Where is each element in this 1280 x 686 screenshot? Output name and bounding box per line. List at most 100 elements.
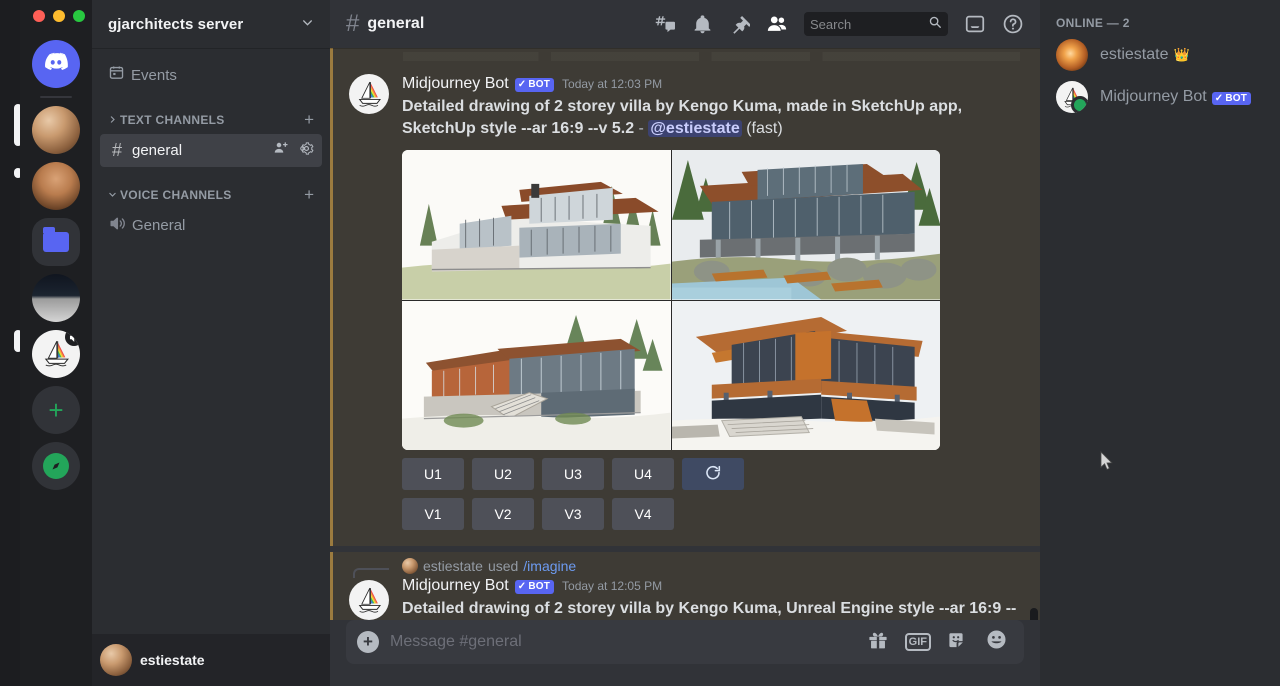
message-input[interactable]: Message #general: [390, 633, 867, 651]
server-icon-avatar-3[interactable]: [32, 274, 80, 322]
bot-tag-label: BOT: [528, 78, 551, 90]
message-timestamp: Today at 12:03 PM: [562, 76, 663, 91]
channel-name: general: [132, 142, 183, 159]
inbox-icon[interactable]: [964, 13, 986, 35]
window-controls[interactable]: [33, 10, 85, 22]
sidebar-item-events[interactable]: Events: [100, 58, 322, 92]
command-name[interactable]: /imagine: [523, 558, 576, 574]
variation-v4-button[interactable]: V4: [612, 498, 674, 530]
sidebar-item-general-voice[interactable]: General: [100, 209, 322, 242]
sticker-icon[interactable]: [947, 629, 969, 656]
user-mention[interactable]: @estiestate: [648, 120, 742, 137]
crown-icon: 👑: [1173, 47, 1190, 62]
server-icon-midjourney[interactable]: [32, 330, 80, 378]
variation-button-row: V1 V2 V3 V4: [402, 498, 1024, 530]
zoom-button[interactable]: [73, 10, 85, 22]
online-status-indicator: [1071, 96, 1088, 113]
speaker-icon: [108, 215, 126, 237]
plus-icon: +: [357, 631, 379, 653]
avatar[interactable]: [100, 644, 132, 676]
server-home-button[interactable]: [32, 40, 80, 88]
member-item-midjourney-bot[interactable]: Midjourney Bot ✓ BOT: [1048, 76, 1272, 118]
message-prompt: Detailed drawing of 2 storey villa by Ke…: [402, 600, 1017, 617]
member-item-estiestate[interactable]: estiestate 👑: [1048, 34, 1272, 76]
minimize-button[interactable]: [53, 10, 65, 22]
server-icon-avatar-1[interactable]: [32, 106, 80, 154]
image-quadrant-4[interactable]: [671, 300, 940, 450]
hash-icon: #: [111, 140, 122, 160]
plus-icon: +: [48, 395, 64, 425]
message-composer[interactable]: + Message #general GIF: [346, 620, 1024, 664]
message-item: estiestate used /imagine Midjourney Bot …: [330, 552, 1040, 620]
avatar: [1056, 39, 1088, 71]
category-label: TEXT CHANNELS: [120, 113, 225, 127]
status-badge: ✓ BOT: [1211, 91, 1252, 105]
upscale-u4-button[interactable]: U4: [612, 458, 674, 490]
verified-check-icon: ✓: [1214, 92, 1224, 104]
sidebar-item-general-text[interactable]: # general: [100, 134, 322, 167]
chevron-down-icon: [108, 190, 117, 201]
member-group-label: ONLINE — 2: [1056, 16, 1130, 30]
create-voice-channel-button[interactable]: +: [304, 185, 322, 205]
member-list: ONLINE — 2 estiestate 👑 Midjourney Bot ✓…: [1040, 0, 1280, 686]
members-icon[interactable]: [766, 13, 788, 35]
add-server-button[interactable]: +: [32, 386, 80, 434]
gift-icon[interactable]: [867, 629, 889, 656]
bot-tag-label: BOT: [1225, 92, 1248, 104]
upscale-u2-button[interactable]: U2: [472, 458, 534, 490]
speaker-mute-badge: [65, 330, 80, 346]
upscale-u1-button[interactable]: U1: [402, 458, 464, 490]
composer-area: + Message #general GIF: [330, 620, 1040, 686]
message-author[interactable]: Midjourney Bot: [402, 74, 509, 94]
pin-icon[interactable]: [729, 14, 750, 35]
message-list: Midjourney Bot ✓ BOT Today at 12:03 PM D…: [330, 48, 1040, 620]
search-input[interactable]: Search: [804, 12, 948, 36]
refresh-icon: [704, 464, 722, 485]
close-button[interactable]: [33, 10, 45, 22]
member-name: estiestate 👑: [1100, 46, 1190, 64]
emoji-icon[interactable]: [985, 628, 1008, 656]
discord-logo-icon: [42, 48, 70, 81]
discord-window: + gjarchitects server Events TEXT CHANNE…: [0, 0, 1280, 686]
server-folder[interactable]: [32, 218, 80, 266]
page-title: general: [367, 15, 425, 32]
variation-v3-button[interactable]: V3: [542, 498, 604, 530]
verified-check-icon: ✓: [517, 580, 527, 592]
image-quadrant-3[interactable]: [402, 300, 671, 450]
window-edge-gutter: [0, 0, 22, 686]
message-author[interactable]: Midjourney Bot: [402, 576, 509, 596]
compass-icon: [43, 453, 69, 479]
avatar: [1056, 81, 1088, 113]
server-header-dropdown[interactable]: gjarchitects server: [92, 0, 330, 48]
image-quadrant-1[interactable]: [402, 150, 671, 300]
image-quadrant-2[interactable]: [671, 150, 940, 300]
message-status: (fast): [741, 120, 783, 137]
server-icon-avatar-2[interactable]: [32, 162, 80, 210]
attach-button[interactable]: +: [346, 620, 390, 664]
avatar[interactable]: [349, 580, 389, 620]
explore-servers-button[interactable]: [32, 442, 80, 490]
folder-icon: [43, 227, 69, 252]
help-icon[interactable]: [1002, 13, 1024, 35]
category-text-channels[interactable]: TEXT CHANNELS +: [92, 94, 330, 134]
reroll-button[interactable]: [682, 458, 744, 490]
variation-v1-button[interactable]: V1: [402, 498, 464, 530]
create-channel-button[interactable]: +: [304, 110, 322, 130]
avatar[interactable]: [349, 74, 389, 114]
bell-icon[interactable]: [692, 14, 713, 35]
upscale-u3-button[interactable]: U3: [542, 458, 604, 490]
threads-icon[interactable]: [654, 13, 676, 35]
channel-topbar: # general Search: [330, 0, 1040, 48]
category-voice-channels[interactable]: VOICE CHANNELS +: [92, 169, 330, 209]
add-member-icon[interactable]: [273, 140, 289, 161]
user-panel[interactable]: estiestate: [92, 634, 330, 686]
gear-icon[interactable]: [295, 141, 314, 161]
gif-icon[interactable]: GIF: [904, 633, 931, 651]
message-scrollbar[interactable]: [1030, 608, 1038, 620]
image-attachment-grid[interactable]: [402, 150, 940, 450]
bot-tag-label: BOT: [528, 580, 551, 592]
sidebar-item-label: Events: [131, 66, 177, 84]
command-user[interactable]: estiestate: [423, 558, 483, 574]
variation-v2-button[interactable]: V2: [472, 498, 534, 530]
member-name-text: estiestate: [1100, 46, 1169, 63]
